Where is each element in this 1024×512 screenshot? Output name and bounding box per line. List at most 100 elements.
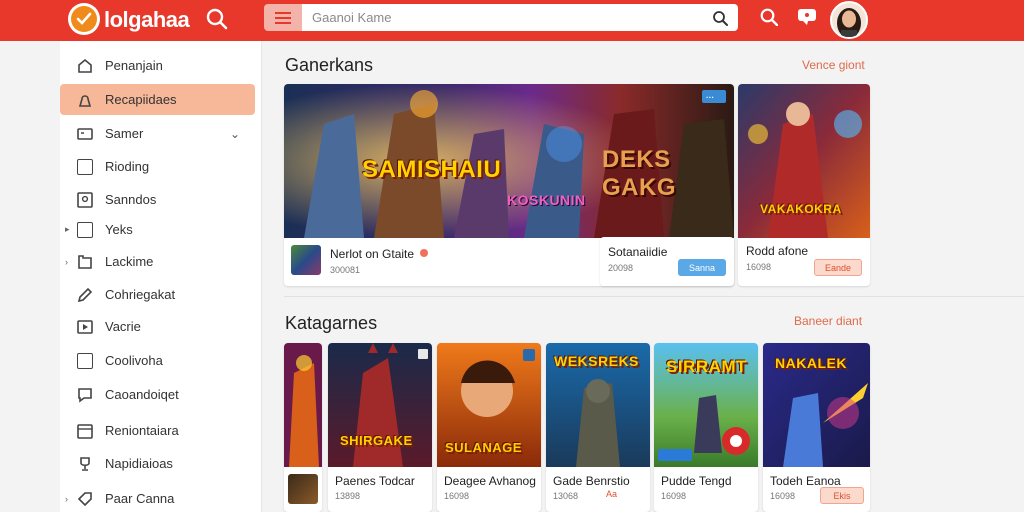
card-subtitle: 13068 xyxy=(553,491,579,501)
card-title: Rodd afone xyxy=(746,244,809,258)
sidebar: Penanjain Recapiidaes Samer ⌄ Rioding Sa… xyxy=(60,41,262,512)
top-bar: lolgahaa xyxy=(0,0,1024,41)
card-title: Pudde Tengd xyxy=(661,474,732,488)
sidebar-item-label: Vacrie xyxy=(105,319,141,334)
expand-caret-icon[interactable]: › xyxy=(65,257,68,267)
category-card-6[interactable]: NAKALEK Todeh Eanoa 16098 Ekis xyxy=(763,343,870,512)
sidebar-item-7[interactable]: › Lackime xyxy=(60,246,262,277)
sidebar-item-5[interactable]: Sanndos xyxy=(60,184,262,215)
sidebar-item-13[interactable]: Napidiaioas xyxy=(60,448,262,479)
category-card-3[interactable]: SULANAGE Deagee Avhanog 16098 xyxy=(437,343,541,512)
featured-art-title-1: SAMISHAIU xyxy=(362,156,502,183)
category-card-5[interactable]: SIRRAMT Pudde Tengd 16098 xyxy=(654,343,758,512)
search-input[interactable] xyxy=(302,4,692,31)
messages-icon[interactable] xyxy=(795,6,819,28)
section-divider xyxy=(284,296,1024,297)
header-search-icon[interactable] xyxy=(758,6,780,28)
featured-art-badge: ... xyxy=(706,91,715,100)
expand-caret-icon[interactable]: ▸ xyxy=(65,224,70,235)
card-badge[interactable]: Sanna xyxy=(678,259,726,276)
card-title: Gade Benrstio xyxy=(553,474,630,488)
home-icon xyxy=(78,58,92,73)
category-art-title: NAKALEK xyxy=(775,355,847,371)
category-art-title: WEKSREKS xyxy=(554,353,639,369)
card-subtitle: 16098 xyxy=(661,491,687,501)
featured-view-all-link[interactable]: Vence giont xyxy=(802,58,865,72)
category-card-1[interactable] xyxy=(284,343,322,512)
calendar-icon xyxy=(77,424,93,439)
category-card-4[interactable]: WEKSREKS Gade Benrstio 13068 Aa xyxy=(546,343,650,512)
person-icon xyxy=(78,95,92,107)
sidebar-item-2[interactable]: Recapiidaes xyxy=(60,84,255,115)
gallery-icon xyxy=(77,192,93,208)
sidebar-item-label: Rioding xyxy=(105,159,150,174)
game-thumbnail xyxy=(291,245,321,275)
card-subtitle: 13898 xyxy=(335,491,361,501)
sidebar-item-12[interactable]: Reniontaiara xyxy=(60,415,262,446)
sidebar-item-label: Caoandoiqet xyxy=(105,387,179,402)
category-art-title: SULANAGE xyxy=(445,440,522,455)
search-submit-icon[interactable] xyxy=(710,8,730,28)
category-card-2[interactable]: SHIRGAKE Paenes Todcar 13898 xyxy=(328,343,432,512)
card-title: Nerlot on Gtaite xyxy=(330,247,415,261)
categories-view-all-link[interactable]: Baneer diant xyxy=(794,314,862,328)
edit-icon xyxy=(77,287,93,303)
sidebar-item-label: Penanjain xyxy=(105,58,163,73)
list-icon xyxy=(77,222,93,238)
avatar[interactable] xyxy=(830,1,868,39)
folder-icon xyxy=(77,353,93,369)
card-title: Paenes Todcar xyxy=(335,474,415,488)
featured-art-title-2: DEKS GAKG xyxy=(602,146,676,201)
card-subtitle: 16098 xyxy=(444,491,470,501)
sidebar-item-label: Coolivoha xyxy=(105,353,163,368)
sidebar-item-3[interactable]: Samer ⌄ xyxy=(60,118,262,149)
category-card-art xyxy=(284,343,322,467)
sidebar-item-label: Paar Canna xyxy=(105,491,175,506)
book-icon xyxy=(78,255,92,269)
brand-name[interactable]: lolgahaa xyxy=(104,7,190,33)
featured-card-art-title: VAKAKOKRA xyxy=(760,202,842,216)
video-icon xyxy=(77,320,93,334)
document-icon xyxy=(77,159,93,175)
trophy-icon xyxy=(80,457,90,471)
sidebar-item-1[interactable]: Penanjain xyxy=(60,50,262,81)
card-subtitle: 16098 xyxy=(770,491,796,501)
search-icon[interactable] xyxy=(204,6,230,32)
featured-card-3[interactable]: VAKAKOKRA Rodd afone 16098 Eande xyxy=(738,84,870,286)
featured-card-2[interactable]: Sotanaiidie 20098 Sanna xyxy=(600,237,734,286)
card-badge[interactable]: Aa xyxy=(606,489,617,499)
category-art-title: SIRRAMT xyxy=(666,357,747,376)
sidebar-item-10[interactable]: Coolivoha xyxy=(60,345,262,376)
sidebar-item-label: Sanndos xyxy=(105,192,157,207)
search-bar xyxy=(302,4,738,31)
sidebar-item-8[interactable]: Cohriegakat xyxy=(60,279,262,310)
category-card-art xyxy=(328,343,432,467)
card-subtitle: 300081 xyxy=(330,265,361,275)
game-thumbnail xyxy=(288,474,318,504)
card-subtitle: 16098 xyxy=(746,262,772,272)
card-title: Todeh Eanoa xyxy=(770,474,841,488)
chat-icon xyxy=(78,388,92,403)
sidebar-item-label: Yeks xyxy=(105,222,133,237)
sidebar-item-14[interactable]: › Paar Canna xyxy=(60,483,262,512)
sidebar-item-label: Cohriegakat xyxy=(105,287,176,302)
sidebar-item-label: Reniontaiara xyxy=(105,423,179,438)
card-title: Sotanaiidie xyxy=(608,245,668,259)
sidebar-item-9[interactable]: Vacrie xyxy=(60,311,262,342)
chevron-down-icon[interactable]: ⌄ xyxy=(230,127,240,141)
menu-button[interactable] xyxy=(264,4,302,31)
card-badge[interactable]: Eande xyxy=(814,259,862,276)
sidebar-item-4[interactable]: Rioding xyxy=(60,151,262,182)
sidebar-item-6[interactable]: ▸ Yeks xyxy=(60,214,262,245)
expand-caret-icon[interactable]: › xyxy=(65,494,68,504)
sidebar-item-label: Samer xyxy=(105,126,144,141)
sidebar-item-11[interactable]: Caoandoiqet xyxy=(60,379,262,410)
fire-icon xyxy=(420,249,428,257)
sidebar-item-label: Napidiaioas xyxy=(105,456,173,471)
section-title-featured: Ganerkans xyxy=(285,55,374,75)
tag-icon xyxy=(77,492,92,507)
card-title: Deagee Avhanog xyxy=(444,474,536,488)
logo-icon[interactable] xyxy=(68,3,100,35)
card-badge[interactable]: Ekis xyxy=(820,487,864,504)
main-content: Ganerkans Vence giont SAMISHAIU DEKS GAK… xyxy=(262,41,1024,512)
